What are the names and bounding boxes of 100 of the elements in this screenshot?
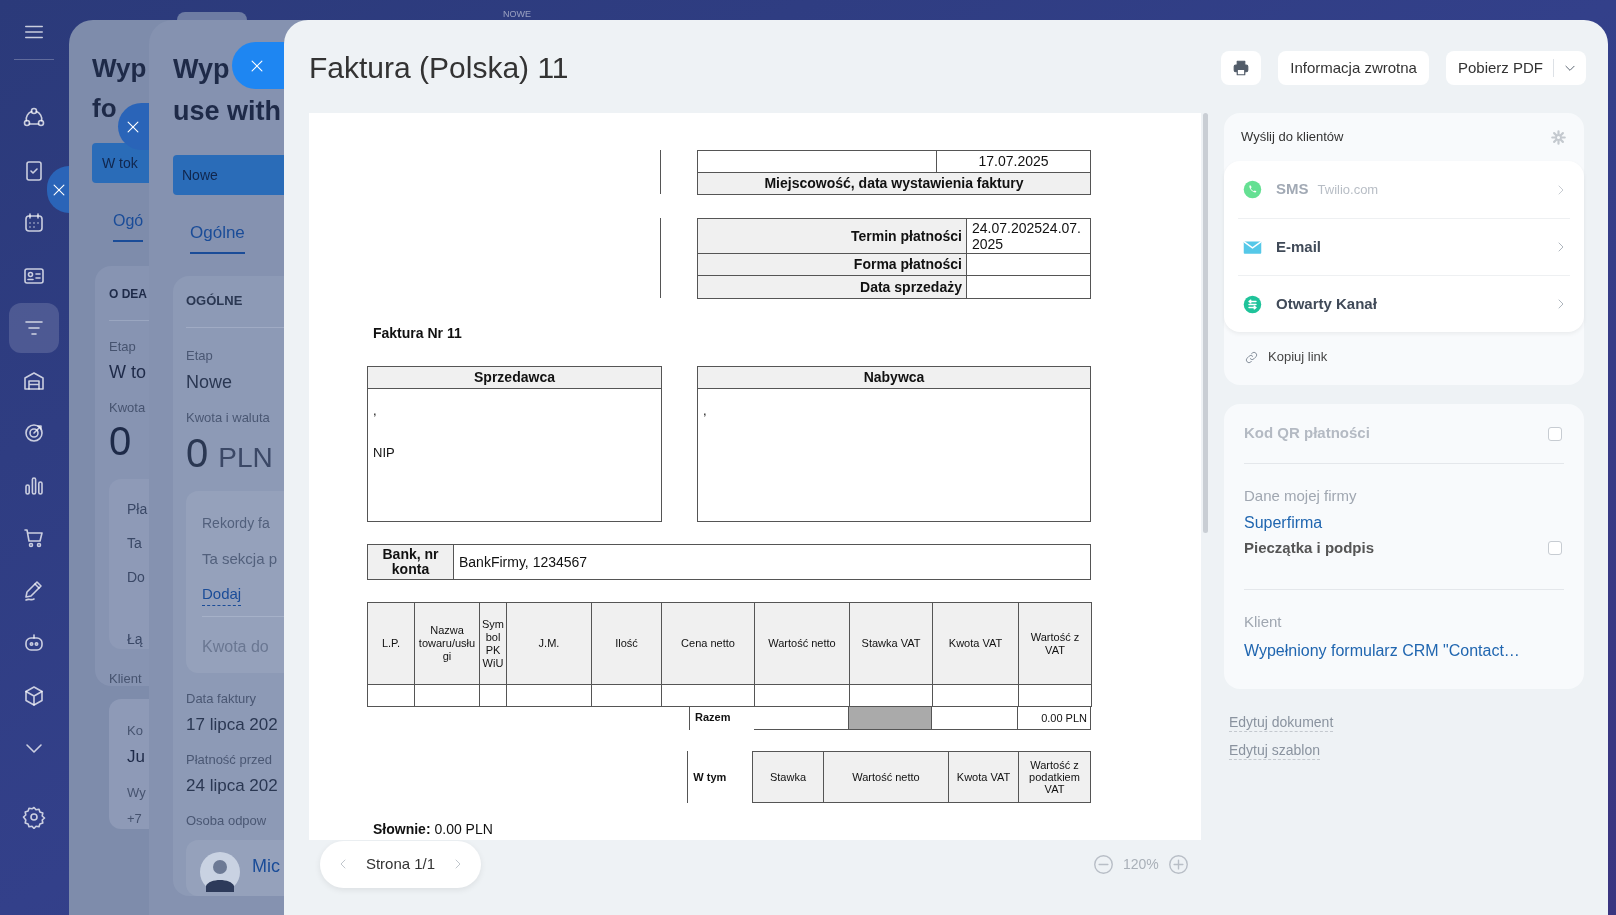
field-value: Nowe — [186, 371, 233, 394]
stage-button[interactable]: Nowe — [173, 155, 284, 195]
field-value: 17 lipca 202 — [186, 714, 278, 737]
card-text: Do — [127, 568, 145, 587]
person-avatar — [200, 852, 240, 893]
close-button[interactable] — [47, 166, 69, 213]
page-label: Strona 1/1 — [365, 853, 436, 874]
close-icon — [126, 119, 140, 134]
sidebar-item[interactable] — [22, 683, 46, 708]
edit-link[interactable]: Edytuj szablon — [1229, 741, 1321, 760]
card-text: Łą — [127, 630, 143, 649]
panel-title: Wyp — [173, 53, 230, 86]
field-label: Osoba odpow — [186, 811, 267, 830]
checkbox[interactable] — [1548, 541, 1562, 556]
channel-item[interactable]: Otwarty Kanał — [1238, 275, 1570, 332]
card-text: Pła — [127, 500, 148, 519]
section-title: O DEA — [109, 286, 147, 303]
field-label: Płatność przed — [186, 750, 272, 769]
table-cell-text: BankFirmy, 1234567 — [458, 552, 588, 572]
stage-button[interactable]: W tok — [92, 143, 149, 183]
field-label: Etap — [109, 338, 136, 356]
section-title: OGÓLNE — [186, 291, 243, 310]
card-text: Ta — [127, 534, 142, 553]
column-header: Cena netto — [661, 602, 755, 685]
field-label: Klient — [1244, 612, 1283, 632]
table-cell — [414, 684, 480, 707]
party-text: , — [373, 403, 378, 419]
column-header: Ilość — [591, 602, 662, 685]
channel-item[interactable]: E-mail — [1238, 218, 1570, 275]
edit-link[interactable]: Edytuj dokument — [1229, 713, 1334, 732]
company-link[interactable]: Superfirma — [1244, 513, 1564, 533]
invoice-number: Faktura Nr 11 — [373, 324, 463, 343]
table-cell-text: 24.07.202524.07.2025 — [971, 219, 1082, 253]
card-text: Rekordy fa — [202, 513, 270, 533]
cube-icon — [22, 683, 46, 708]
client-link[interactable]: Wypełniony formularz CRM "Contact… — [1244, 641, 1564, 661]
column-header: Wartość z VAT — [1018, 602, 1092, 685]
zoom-level: 120% — [1123, 854, 1159, 874]
table-cell: Miejscowość, data wystawienia faktury — [698, 173, 1090, 194]
party-text: NIP — [373, 445, 396, 461]
sidebar-item[interactable] — [9, 303, 59, 354]
field-label: Klient — [109, 670, 142, 688]
table-cell: Forma płatności — [698, 254, 967, 275]
add-link[interactable]: Dodaj — [202, 582, 242, 606]
card-text: +7 — [127, 809, 142, 828]
field-label: Dane mojej firmy — [1244, 486, 1358, 506]
amount-in-words: Słownie: 0.00 PLN — [373, 820, 494, 838]
column-header: Stawka — [768, 770, 808, 785]
field-label: Etap — [186, 346, 213, 365]
panel-title: Wyp — [92, 52, 147, 85]
column-header: Wartość netto — [823, 752, 948, 802]
column-header: Wartość netto — [754, 602, 850, 685]
link-icon — [1244, 349, 1259, 365]
download-button[interactable]: Pobierz PDF — [1445, 51, 1586, 85]
card-title: Wyślij do klientów — [1241, 128, 1344, 147]
table-cell: 0.00 PLN — [1018, 707, 1091, 730]
card-text: Wy — [127, 783, 146, 802]
row-label: Razem — [689, 707, 754, 730]
channel-item: SMS Twilio.com — [1238, 161, 1570, 218]
column-header: L.P. — [367, 602, 415, 685]
close-icon — [52, 182, 66, 197]
panel-title: use with — [173, 95, 281, 128]
print-button[interactable] — [1221, 51, 1262, 85]
settings-icon — [1551, 129, 1566, 145]
card-text: Ko — [127, 721, 143, 740]
tab[interactable]: Ogó — [113, 209, 144, 242]
column-header: Stawka VAT — [849, 602, 933, 685]
option-label: Kod QR płatności — [1244, 423, 1370, 444]
field-value: 24 lipca 202 — [186, 775, 278, 798]
copy-link[interactable]: Kopiuj link — [1268, 347, 1328, 367]
currency-label: PLN — [218, 440, 273, 475]
provider-label: Twilio.com — [1317, 180, 1379, 199]
column-header: J.M. — [506, 602, 592, 685]
person-name[interactable]: Mic — [252, 852, 280, 881]
party-text: , — [703, 403, 708, 419]
column-header: Kwota VAT — [932, 602, 1019, 685]
table-cell: Bank, nr konta — [368, 545, 454, 579]
card-text: Ju — [127, 746, 145, 767]
column-header: Wartość z podatkiem VAT — [1018, 752, 1090, 802]
section-label: NOWE — [503, 8, 531, 21]
table-cell — [367, 684, 415, 707]
field-value: W to — [109, 360, 146, 384]
settings-icon[interactable] — [22, 804, 46, 829]
table-cell-text: 17.07.2025 — [977, 152, 1050, 171]
table-cell: Nabywca — [698, 367, 1090, 389]
option-label: Pieczątka i podpis — [1244, 538, 1375, 558]
table-cell: Sprzedawca — [368, 367, 661, 389]
table-cell: Termin płatności — [698, 219, 967, 253]
card-text: Ta sekcja p — [202, 548, 278, 569]
scrollbar-thumb[interactable] — [1203, 113, 1208, 533]
close-icon — [250, 58, 264, 73]
tab[interactable]: Ogólne — [190, 220, 245, 254]
column-header: Symbol PKWiU — [479, 602, 507, 685]
column-header: Kwota VAT — [948, 752, 1018, 802]
panel-title: fo — [92, 92, 117, 125]
table-cell — [591, 684, 662, 707]
column-header: Nazwa towaru/usługi — [414, 602, 480, 685]
field-label: Data faktury — [186, 689, 257, 708]
window-title: Faktura (Polska) 11 — [309, 50, 569, 86]
feedback-button[interactable]: Informacja zwrotna — [1278, 51, 1429, 85]
